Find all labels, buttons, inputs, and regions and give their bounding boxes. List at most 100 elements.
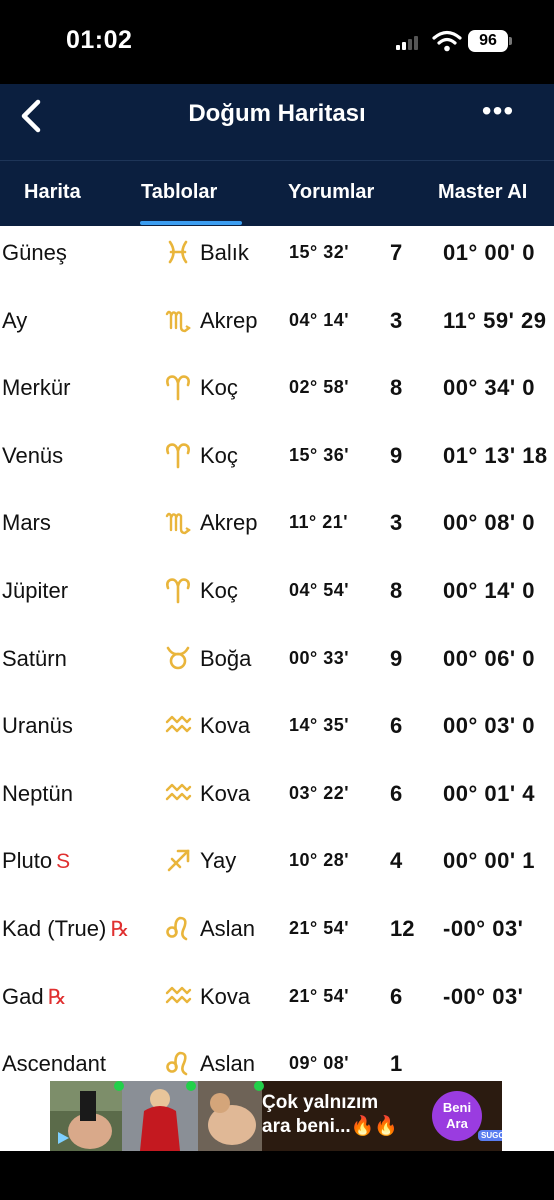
planet-name: Ascendant	[2, 1051, 106, 1077]
daily-motion: 00° 00' 1	[443, 848, 535, 874]
planet-label: Merkür	[2, 375, 71, 401]
house-number: 3	[390, 510, 403, 536]
daily-motion: 00° 03' 0	[443, 713, 535, 739]
table-row[interactable]: Uranüs Kova 14° 35' 6 00° 03' 0	[0, 679, 554, 746]
ad-brand-badge: SUGO	[478, 1130, 502, 1141]
planet-name: Kad (True) ℞	[2, 916, 129, 942]
table-row[interactable]: Mars Akrep 11° 21' 3 00° 08' 0	[0, 476, 554, 543]
house-number: 6	[390, 983, 403, 1009]
sign-name: Balık	[200, 240, 249, 265]
house-number: 3	[390, 307, 403, 333]
degree-value: 21° 54'	[289, 985, 350, 1006]
ad-banner[interactable]: Çok yalnızım ara beni...🔥🔥 Beni Ara SUGO	[50, 1081, 502, 1151]
degree-value: 15° 36'	[289, 444, 350, 465]
table-row[interactable]: Kad (True) ℞ Aslan 21° 54' 12 -00° 03'	[0, 882, 554, 949]
house-number: 6	[390, 780, 403, 806]
degree-value: 11° 21'	[289, 512, 349, 533]
tab-bar: Harita Tablolar Yorumlar Master AI	[0, 160, 554, 226]
degree-value: 15° 32'	[289, 242, 350, 262]
planet-label: Pluto	[2, 848, 53, 874]
sign-name: Kova	[200, 780, 251, 806]
table-row[interactable]: Gad ℞ Kova 21° 54' 6 -00° 03'	[0, 950, 554, 1017]
tab-master-ai[interactable]: Master AI	[438, 181, 527, 204]
table-row[interactable]: Ascendant Aslan 09° 08' 1	[0, 1017, 554, 1081]
ad-photo-3	[198, 1081, 262, 1151]
cellular-signal-icon	[396, 34, 424, 50]
planet-label: Güneş	[2, 240, 67, 265]
scorpio-icon	[164, 508, 192, 536]
tab-yorumlar[interactable]: Yorumlar	[288, 181, 374, 204]
house-number: 12	[390, 916, 415, 941]
motion-marker: S	[56, 850, 71, 874]
tab-harita[interactable]: Harita	[24, 181, 81, 204]
daily-motion: 00° 34' 0	[443, 375, 535, 401]
sign-name: Koç	[200, 375, 238, 401]
planet-name: Güneş	[2, 240, 67, 266]
planet-label: Ascendant	[2, 1051, 106, 1077]
table-row[interactable]: Jüpiter Koç 04° 54' 8 00° 14' 0	[0, 544, 554, 611]
sign-name: Akrep	[200, 307, 258, 333]
scorpio-icon	[164, 306, 192, 334]
pisces-icon	[164, 238, 192, 266]
house-number: 9	[390, 442, 403, 468]
sign-name: Aslan	[200, 916, 256, 941]
leo-icon	[164, 1049, 192, 1077]
bottom-bar	[0, 1151, 554, 1200]
motion-marker: ℞	[47, 985, 67, 1009]
sign-name: Boğa	[200, 645, 252, 671]
daily-motion: 00° 06' 0	[443, 645, 535, 671]
status-bar: 01:02 96	[0, 0, 554, 84]
ad-indicator-dot	[114, 1081, 124, 1091]
planet-label: Venüs	[2, 442, 64, 468]
degree-value: 21° 54'	[289, 918, 350, 938]
planet-label: Neptün	[2, 780, 73, 806]
nav-bar: Doğum Haritası •••	[0, 84, 554, 160]
planet-name: Neptün	[2, 781, 73, 807]
daily-motion: 00° 08' 0	[443, 510, 535, 536]
daily-motion: 01° 00' 0	[443, 240, 535, 265]
planet-label: Gad	[2, 983, 44, 1009]
sign-name: Kova	[200, 983, 251, 1009]
play-icon	[58, 1132, 69, 1144]
table-row[interactable]: Neptün Kova 03° 22' 6 00° 01' 4	[0, 747, 554, 814]
degree-value: 00° 33'	[289, 647, 350, 668]
planet-name: Uranüs	[2, 713, 73, 739]
ad-cta-line-2: Ara	[446, 1116, 468, 1131]
table-row[interactable]: Satürn Boğa 00° 33' 9 00° 06' 0	[0, 612, 554, 679]
ad-call-button[interactable]: Beni Ara	[432, 1091, 482, 1141]
planet-name: Gad ℞	[2, 984, 66, 1010]
wifi-icon	[432, 30, 462, 52]
planet-label: Kad (True)	[2, 916, 107, 941]
aries-icon	[164, 441, 192, 469]
leo-icon	[164, 914, 192, 942]
degree-value: 09° 08'	[289, 1053, 350, 1074]
aquarius-icon	[164, 711, 192, 739]
table-row[interactable]: Venüs Koç 15° 36' 9 01° 13' 18	[0, 409, 554, 476]
aries-icon	[164, 576, 192, 604]
sign-name: Kova	[200, 713, 251, 739]
daily-motion: 00° 01' 4	[443, 780, 535, 806]
planet-table: Güneş Balık 15° 32' 7 01° 00' 0 Ay Akrep 04° 14…	[0, 226, 554, 1081]
planet-name: Venüs	[2, 443, 63, 469]
table-row[interactable]: Güneş Balık 15° 32' 7 01° 00' 0	[0, 226, 554, 273]
sign-name: Koç	[200, 578, 238, 603]
daily-motion: 11° 59' 29	[443, 307, 547, 333]
planet-label: Ay	[2, 307, 28, 333]
table-row[interactable]: Ay Akrep 04° 14' 3 11° 59' 29	[0, 274, 554, 341]
page-title: Doğum Haritası	[188, 100, 366, 127]
taurus-icon	[164, 644, 192, 672]
ad-text: Çok yalnızım ara beni...🔥🔥	[262, 1091, 432, 1139]
house-number: 1	[390, 1051, 403, 1077]
aries-icon	[164, 373, 192, 401]
degree-value: 03° 22'	[289, 782, 350, 803]
battery-cap	[509, 37, 512, 45]
house-number: 4	[390, 848, 403, 874]
house-number: 9	[390, 645, 403, 671]
tab-tablolar[interactable]: Tablolar	[141, 181, 217, 204]
house-number: 6	[390, 713, 403, 739]
table-row[interactable]: Pluto S Yay 10° 28' 4 00° 00' 1	[0, 814, 554, 881]
aquarius-icon	[164, 982, 192, 1010]
table-row[interactable]: Merkür Koç 02° 58' 8 00° 34' 0	[0, 341, 554, 408]
ad-text-line-1: Çok yalnızım	[262, 1092, 379, 1113]
more-dots-icon[interactable]: •••	[476, 96, 520, 132]
